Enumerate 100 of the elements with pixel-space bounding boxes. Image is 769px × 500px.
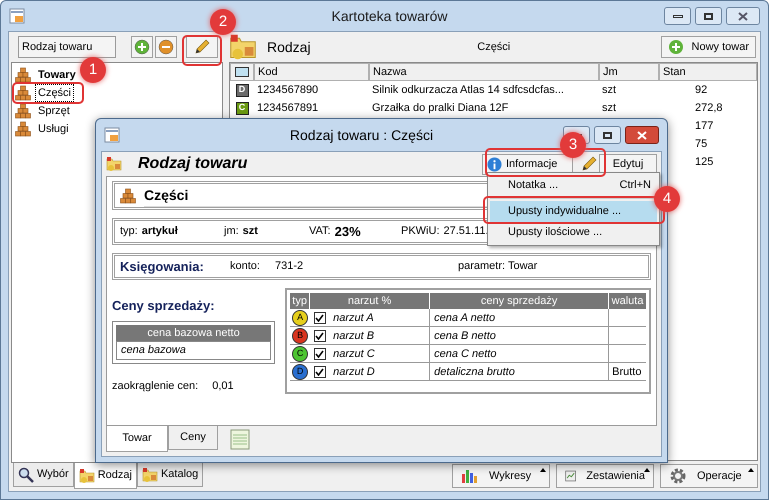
dialog-tab[interactable]: Ceny: [168, 426, 218, 450]
close-button[interactable]: [726, 7, 760, 25]
table-cell: narzut A: [333, 312, 374, 324]
field-label: VAT:: [309, 224, 331, 240]
price-level-badge: D: [292, 364, 308, 380]
checkbox[interactable]: [314, 330, 326, 342]
table-cell: 1234567890: [257, 84, 318, 96]
field-label: konto:: [230, 259, 261, 274]
highlight-frame: [182, 35, 222, 66]
minimize-button[interactable]: [664, 7, 691, 25]
tree-item[interactable]: Towary: [35, 66, 79, 84]
dialog-tab[interactable]: Towar: [106, 426, 168, 452]
table-cell: Grzałka do pralki Diana 12F: [372, 102, 508, 114]
column-header[interactable]: Nazwa: [369, 63, 599, 81]
table-cell: narzut B: [333, 330, 374, 342]
toolbar-button[interactable]: Wykresy: [452, 464, 550, 488]
section-title: Ceny sprzedaży:: [112, 297, 216, 315]
tree-item[interactable]: Części: [35, 84, 74, 102]
table-cell: cena A netto: [434, 312, 496, 324]
column-header: waluta: [610, 294, 644, 309]
caret-icon: [748, 468, 754, 472]
field-label: typ:: [120, 224, 138, 240]
field-value: 27.51.11.: [444, 224, 489, 240]
report-icon: [565, 468, 576, 484]
table-cell: narzut C: [333, 348, 375, 360]
menu-item[interactable]: Upusty ilościowe ...: [490, 222, 657, 243]
table-cell: 92: [695, 84, 708, 96]
field-value: 731-2: [275, 259, 304, 274]
table-cell: cena B netto: [434, 330, 496, 342]
boxes-icon: [15, 67, 31, 83]
toolbar-button[interactable]: Zestawienia: [556, 464, 654, 488]
new-item-button[interactable]: Nowy towar: [660, 36, 756, 58]
folder-icon: [142, 466, 158, 482]
table-cell: detaliczna brutto: [434, 366, 515, 378]
table-cell: 272,8: [695, 102, 723, 114]
price-level-badge: C: [292, 346, 308, 362]
window-title: Kartoteka towarów: [332, 6, 448, 26]
panel-tab[interactable]: Rodzaj: [74, 463, 137, 489]
pencil-icon: [194, 39, 210, 55]
pencil-icon: [581, 156, 597, 172]
price-level-badge: B: [292, 328, 308, 344]
folder-icon: [229, 33, 257, 61]
tree-item[interactable]: Sprzęt: [35, 102, 73, 120]
table-cell: Brutto: [612, 366, 642, 378]
search-icon: [18, 466, 34, 482]
checkbox[interactable]: [314, 312, 326, 324]
add-button[interactable]: [131, 36, 153, 58]
boxes-icon: [120, 188, 136, 204]
panel-tab[interactable]: Katalog: [136, 463, 204, 487]
field-value: 0,01: [212, 378, 234, 394]
table-cell: 177: [695, 120, 714, 132]
panel-title: Rodzaj: [267, 38, 312, 57]
boxes-icon: [15, 103, 31, 119]
column-icon: [235, 67, 249, 77]
category-name: Części: [476, 40, 512, 55]
type-badge: D: [236, 84, 248, 96]
field-value: 23%: [334, 222, 361, 241]
dialog-heading: Rodzaj towaru: [137, 154, 248, 174]
maximize-button[interactable]: [594, 126, 621, 144]
boxes-icon: [15, 121, 31, 137]
menu-item[interactable]: Upusty indywidualne ...: [490, 201, 657, 222]
price-level-badge: A: [292, 310, 308, 326]
highlight-frame: [12, 82, 84, 104]
edit-button[interactable]: [186, 36, 218, 58]
field-label: parametr:: [458, 259, 506, 274]
type-badge: C: [236, 102, 248, 114]
field-value: artykuł: [142, 224, 178, 240]
category-field[interactable]: Rodzaj towaru: [18, 36, 116, 58]
checkbox[interactable]: [314, 348, 326, 360]
table-cell: cena bazowa: [116, 341, 272, 360]
field-label: PKWiU:: [401, 224, 440, 240]
close-button[interactable]: [625, 126, 659, 144]
column-header: narzut %: [310, 293, 430, 309]
boxes-icon: [15, 85, 31, 101]
table-cell: cena C netto: [434, 348, 496, 360]
plus-icon: [668, 39, 684, 55]
column-header: ceny sprzedaży: [430, 293, 610, 309]
folder-icon: [78, 468, 95, 484]
dialog-title: Rodzaj towaru : Części: [288, 126, 434, 145]
column-header[interactable]: Kod: [254, 63, 369, 81]
field-label: jm:: [224, 224, 239, 240]
info-icon: [487, 156, 502, 172]
checkbox[interactable]: [314, 366, 326, 378]
panel-tab[interactable]: Wybór: [13, 463, 74, 487]
remove-button[interactable]: [155, 36, 177, 58]
column-header[interactable]: Stan: [659, 63, 757, 81]
caret-icon: [644, 468, 650, 472]
table-icon: [9, 8, 25, 24]
table-cell: 75: [695, 138, 708, 150]
field-label: zaokrąglenie cen:: [112, 378, 198, 394]
table-cell: 1234567891: [257, 102, 318, 114]
column-header[interactable]: Jm: [599, 63, 659, 81]
gear-icon: [669, 467, 687, 485]
notepad-icon: [230, 428, 250, 450]
table-cell: szt: [602, 84, 616, 96]
field-value: szt: [242, 224, 258, 240]
maximize-button[interactable]: [695, 7, 722, 25]
close-icon: [738, 12, 748, 20]
toolbar-button[interactable]: Operacje: [660, 464, 758, 488]
tree-item[interactable]: Usługi: [35, 120, 72, 138]
